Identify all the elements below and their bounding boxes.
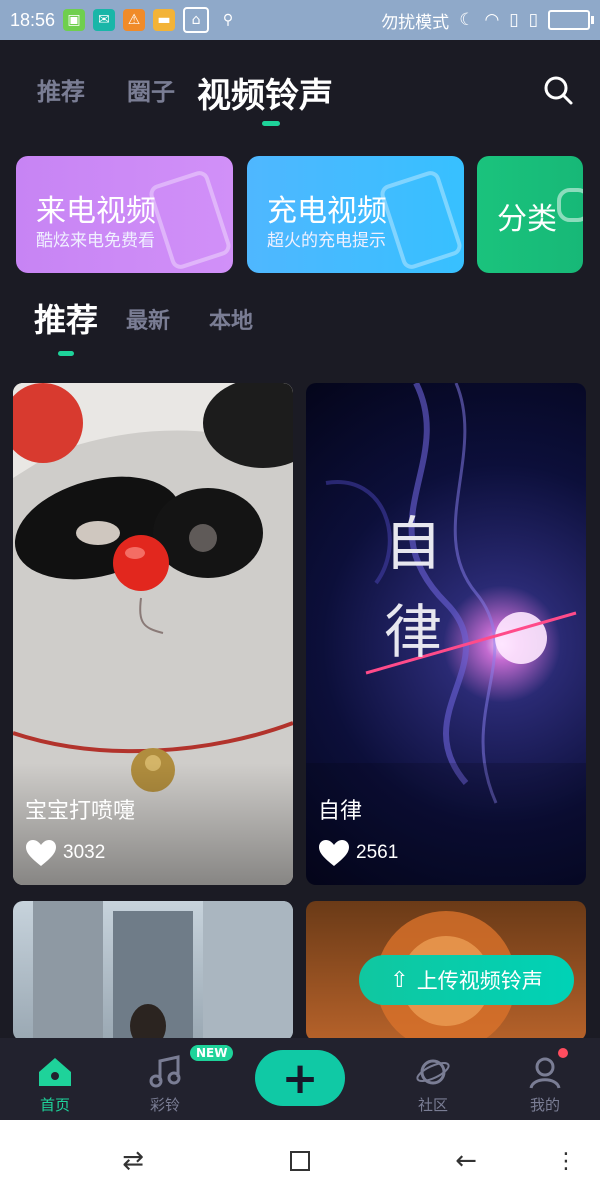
video-card[interactable] [13,901,293,1041]
battery-charge-icon [377,168,464,272]
home-icon [37,1054,73,1090]
upload-video-ringtone-button[interactable]: ⇧ 上传视频铃声 [359,955,574,1005]
home-square-icon[interactable] [280,1146,320,1176]
like-count-value: 3032 [63,842,106,863]
nav-home[interactable]: 首页 [15,1038,95,1120]
upload-icon: ⇧ [390,967,409,993]
top-nav: 推荐 圈子 视频铃声 [0,60,600,126]
warning-icon: ⚠ [123,9,146,31]
phone-icon [146,168,233,272]
wifi-icon: ◠ [484,10,500,30]
video-thumbnail [33,901,293,1041]
menu-dots-icon[interactable]: ⋮ [546,1146,586,1176]
user-icon [527,1054,563,1090]
moon-icon: ☾ [459,10,475,30]
folder-icon: ▬ [153,9,176,31]
video-title: 自律 [318,799,363,824]
heart-icon [319,840,349,866]
bottom-nav: 首页 彩铃 NEW + 社区 我的 [0,1038,600,1120]
dnd-mode-label: 勿扰模式 [381,12,450,33]
tab-circle[interactable]: 圈子 [127,72,175,107]
incoming-call-video-card[interactable]: 来电视频 酷炫来电免费看 [16,156,233,273]
subtab-recommend[interactable]: 推荐 [34,295,98,341]
back-icon[interactable]: ← [446,1146,486,1176]
nav-label: 首页 [39,1096,70,1114]
video-card[interactable]: 宝宝打喷嚏 3032 [13,383,293,885]
app-notification-icon: ▣ [63,9,86,31]
status-bar: 18:56 ▣ ✉ ⚠ ▬ ⌂ ⚲ 勿扰模式 ☾ ◠ ▯ ▯ [0,0,600,40]
charging-video-card[interactable]: 充电视频 超火的充电提示 [247,156,464,273]
poster-title-text: 自律 [374,513,442,689]
tab-recommend[interactable]: 推荐 [37,72,85,107]
nav-label: 彩铃 [149,1096,180,1114]
video-title: 宝宝打喷嚏 [25,799,136,824]
search-icon[interactable] [542,74,574,106]
category-card[interactable]: 分类 [477,156,583,273]
subtab-active-indicator [58,351,74,356]
card-subtitle: 酷炫来电免费看 [36,231,155,251]
card-title: 充电视频 [267,194,387,229]
nav-community[interactable]: 社区 [393,1038,473,1120]
music-note-icon [147,1054,183,1090]
create-button[interactable]: + [255,1050,345,1106]
card-title: 分类 [497,202,557,237]
new-badge: NEW [190,1045,234,1061]
usb-icon: ⚲ [222,12,234,28]
nav-profile[interactable]: 我的 [505,1038,585,1120]
like-count[interactable]: 2561 [318,839,398,867]
card-title: 来电视频 [36,194,156,229]
nav-label: 社区 [417,1096,448,1114]
notification-dot [558,1048,568,1058]
like-count-value: 2561 [356,842,399,863]
signal-icon: ▯ [509,10,519,30]
tab-video-ringtone[interactable]: 视频铃声 [197,68,333,117]
cleaner-icon: ⌂ [183,7,210,33]
planet-icon [415,1054,451,1090]
switch-icon[interactable]: ⇄ [113,1146,153,1176]
subtab-local[interactable]: 本地 [209,303,253,335]
signal-icon: ▯ [528,10,538,30]
tab-active-indicator [262,121,280,126]
heart-icon [26,840,56,866]
video-card[interactable]: 自律 自律 2561 [306,383,586,885]
nav-label: 我的 [529,1096,560,1114]
like-count[interactable]: 3032 [25,839,105,867]
status-time: 18:56 [10,9,56,30]
battery-icon [548,10,594,30]
plus-icon: + [281,1052,319,1104]
upload-button-label: 上传视频铃声 [416,969,543,993]
category-icon [557,188,583,222]
sub-tabs: 推荐 最新 本地 [34,295,594,356]
card-subtitle: 超火的充电提示 [267,231,386,251]
app-notification-icon: ✉ [93,9,116,31]
subtab-latest[interactable]: 最新 [126,303,170,335]
system-nav-bar: ⇄ ← ⋮ [0,1120,600,1200]
